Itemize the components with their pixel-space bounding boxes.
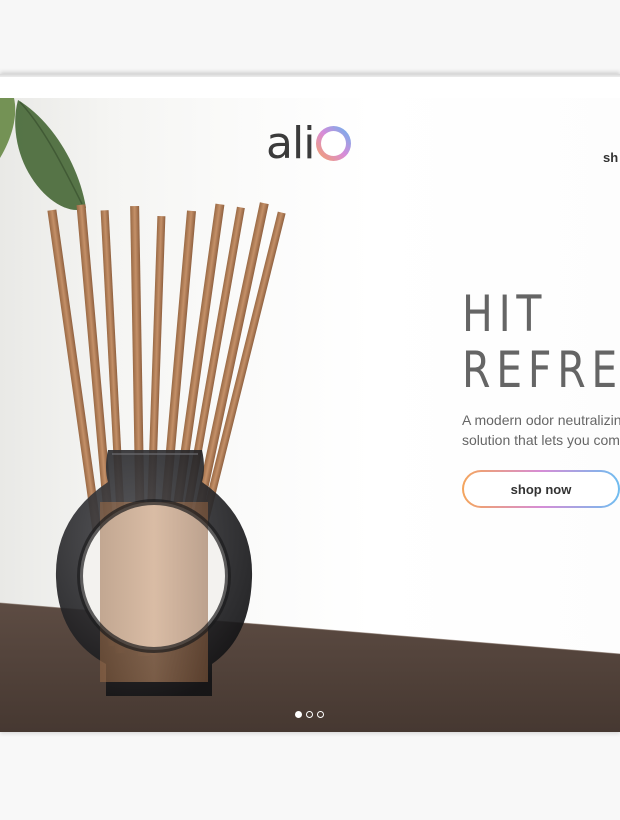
page: ali sh HIT REFRE A modern odor neutraliz… <box>0 0 620 820</box>
subcopy-line-1: A modern odor neutralizin <box>462 412 620 428</box>
brand-logo[interactable]: ali <box>266 122 351 166</box>
headline-line-2: REFRE <box>462 341 620 399</box>
top-background <box>0 0 620 74</box>
browser-frame: ali sh HIT REFRE A modern odor neutraliz… <box>0 74 620 732</box>
shop-now-button[interactable]: shop now <box>462 470 620 508</box>
hero-subcopy: A modern odor neutralizin solution that … <box>462 410 620 450</box>
carousel-dots <box>295 711 324 718</box>
carousel-dot-1[interactable] <box>295 711 302 718</box>
hero-headline: HIT REFRE <box>462 286 620 398</box>
carousel-dot-3[interactable] <box>317 711 324 718</box>
logo-gradient-o <box>316 126 351 161</box>
carousel-dot-2[interactable] <box>306 711 313 718</box>
hero-banner: ali sh HIT REFRE A modern odor neutraliz… <box>0 98 620 732</box>
headline-line-1: HIT <box>462 285 548 343</box>
plant-leaf <box>0 98 86 211</box>
subcopy-line-2: solution that lets you com <box>462 432 620 448</box>
nav-shop-link[interactable]: sh <box>603 150 618 165</box>
